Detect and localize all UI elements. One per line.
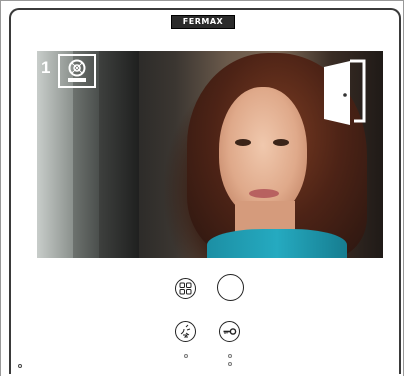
microphone-hole: [18, 364, 22, 368]
status-led-2: [228, 354, 232, 358]
camera-monitor-icon[interactable]: [58, 54, 96, 88]
status-led-3: [228, 362, 232, 366]
hands-free-audio-icon: [180, 324, 191, 338]
brand-logo-text: FERMAX: [182, 17, 224, 26]
grid-menu-icon: [179, 282, 192, 295]
audio-button[interactable]: [175, 321, 196, 342]
key-icon: [223, 328, 237, 335]
menu-button[interactable]: [175, 278, 196, 299]
status-led-1: [184, 354, 188, 358]
camera-number: 1: [41, 58, 51, 77]
door-release-button[interactable]: [219, 321, 240, 342]
door-open-icon[interactable]: [322, 59, 368, 127]
brand-logo: FERMAX: [171, 15, 235, 29]
video-screen: 1: [37, 51, 383, 258]
main-button[interactable]: [217, 274, 244, 301]
